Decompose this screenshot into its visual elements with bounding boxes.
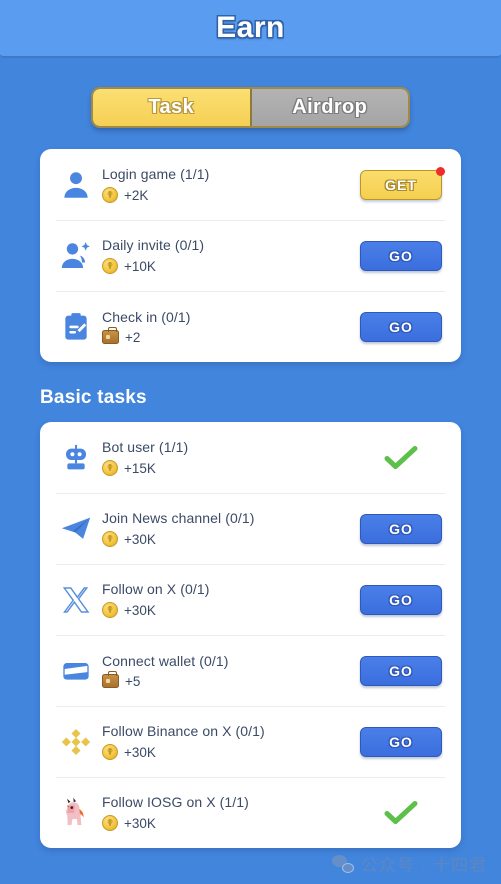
coin-icon xyxy=(102,258,118,274)
task-reward: +30K xyxy=(102,744,355,760)
task-title: Daily invite (0/1) xyxy=(102,237,205,253)
task-text: Follow Binance on X (0/1) +30K xyxy=(102,723,355,760)
task-reward: +15K xyxy=(102,460,355,476)
task-reward: +2 xyxy=(102,327,355,345)
completed-check-icon xyxy=(384,445,418,469)
get-button[interactable]: GET xyxy=(360,166,445,200)
coin-icon xyxy=(102,531,118,547)
briefcase-icon xyxy=(102,327,119,344)
reward-amount: +15K xyxy=(124,460,156,476)
robot-icon xyxy=(55,437,97,479)
task-title: Login game (1/1) xyxy=(102,166,210,182)
task-row-daily-invite[interactable]: Daily invite (0/1) +10K GO xyxy=(40,220,461,291)
task-reward: +2K xyxy=(102,187,355,203)
task-text: Follow on X (0/1) +30K xyxy=(102,581,355,618)
reward-amount: +30K xyxy=(124,531,156,547)
go-button[interactable]: GO xyxy=(360,240,442,271)
watermark: 公众号 · 十四君 xyxy=(331,851,487,876)
task-title: Connect wallet (0/1) xyxy=(102,652,229,669)
task-text: Follow IOSG on X (1/1) +30K xyxy=(102,794,355,831)
task-text: Connect wallet (0/1) +5 xyxy=(102,653,355,689)
person-add-icon xyxy=(55,235,97,277)
task-action: GET xyxy=(355,166,447,200)
task-title: Bot user (1/1) xyxy=(102,439,189,455)
notification-dot-icon xyxy=(436,166,445,176)
task-action xyxy=(355,800,447,826)
reward-amount: +10K xyxy=(124,258,156,274)
binance-icon xyxy=(55,721,97,763)
task-action: GO xyxy=(355,584,447,615)
wechat-icon xyxy=(331,854,354,873)
task-action: GO xyxy=(355,311,447,342)
task-text: Check in (0/1) +2 xyxy=(102,309,355,345)
daily-tasks-card: Login game (1/1) +2K GET Daily invite (0… xyxy=(40,149,461,362)
go-button[interactable]: GO xyxy=(360,311,442,342)
watermark-text: 公众号 · 十四君 xyxy=(360,856,487,875)
task-action: GO xyxy=(355,513,447,544)
task-reward: +30K xyxy=(102,531,355,547)
task-title: Check in (0/1) xyxy=(102,308,191,325)
page-title: Earn xyxy=(216,11,285,44)
go-button[interactable]: GO xyxy=(360,584,442,615)
task-row-follow-on-x[interactable]: Follow on X (0/1) +30K GO xyxy=(40,564,461,635)
task-text: Join News channel (0/1) +30K xyxy=(102,510,355,547)
go-button[interactable]: GO xyxy=(360,655,442,686)
x-twitter-icon xyxy=(55,579,97,621)
reward-amount: +30K xyxy=(124,602,156,618)
iosg-unicorn-icon xyxy=(55,792,97,834)
task-action: GO xyxy=(355,240,447,271)
coin-icon xyxy=(102,602,118,618)
wallet-icon xyxy=(55,650,97,692)
tab-bar: Task Airdrop xyxy=(91,87,410,128)
task-reward: +5 xyxy=(102,671,355,689)
briefcase-icon xyxy=(102,671,119,688)
reward-amount: +30K xyxy=(124,815,156,831)
task-row-login-game[interactable]: Login game (1/1) +2K GET xyxy=(40,149,461,220)
go-button[interactable]: GO xyxy=(360,726,442,757)
completed-check-icon xyxy=(384,800,418,824)
task-row-follow-iosg-on-x[interactable]: Follow IOSG on X (1/1) +30K xyxy=(40,777,461,848)
tab-bar-container: Task Airdrop xyxy=(0,87,501,128)
task-reward: +30K xyxy=(102,815,355,831)
app-header: Earn xyxy=(0,0,501,58)
task-title: Follow on X (0/1) xyxy=(102,581,210,597)
coin-icon xyxy=(102,744,118,760)
person-icon xyxy=(55,164,97,206)
basic-tasks-card: Bot user (1/1) +15K Join News channel (0… xyxy=(40,422,461,848)
coin-icon xyxy=(102,187,118,203)
task-title: Follow IOSG on X (1/1) xyxy=(102,794,249,810)
task-row-follow-binance-on-x[interactable]: Follow Binance on X (0/1) +30K GO xyxy=(40,706,461,777)
tab-airdrop[interactable]: Airdrop xyxy=(251,89,408,126)
task-action xyxy=(355,445,447,471)
telegram-icon xyxy=(55,508,97,550)
task-action: GO xyxy=(355,655,447,686)
section-heading-basic-tasks: Basic tasks xyxy=(40,387,147,408)
reward-amount: +5 xyxy=(125,673,141,689)
task-text: Login game (1/1) +2K xyxy=(102,166,355,203)
task-reward: +30K xyxy=(102,602,355,618)
task-title: Join News channel (0/1) xyxy=(102,510,255,526)
go-button[interactable]: GO xyxy=(360,513,442,544)
task-row-connect-wallet[interactable]: Connect wallet (0/1) +5 GO xyxy=(40,635,461,706)
tab-task[interactable]: Task xyxy=(93,89,252,126)
reward-amount: +2 xyxy=(125,329,141,345)
task-text: Bot user (1/1) +15K xyxy=(102,439,355,476)
clipboard-check-icon xyxy=(55,306,97,348)
task-reward: +10K xyxy=(102,258,355,274)
task-title: Follow Binance on X (0/1) xyxy=(102,723,265,739)
task-row-bot-user[interactable]: Bot user (1/1) +15K xyxy=(40,422,461,493)
coin-icon xyxy=(102,815,118,831)
task-action: GO xyxy=(355,726,447,757)
task-text: Daily invite (0/1) +10K xyxy=(102,237,355,274)
coin-icon xyxy=(102,460,118,476)
reward-amount: +2K xyxy=(124,187,149,203)
task-row-check-in[interactable]: Check in (0/1) +2 GO xyxy=(40,291,461,362)
reward-amount: +30K xyxy=(124,744,156,760)
task-row-join-news-channel[interactable]: Join News channel (0/1) +30K GO xyxy=(40,493,461,564)
